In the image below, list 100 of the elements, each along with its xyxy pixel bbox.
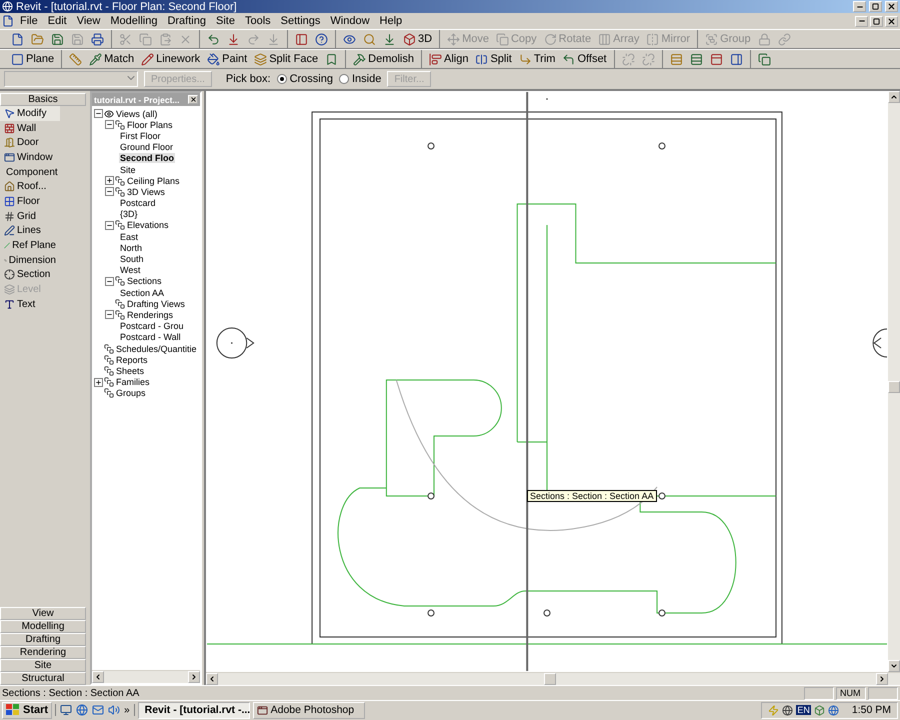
- radio-label[interactable]: Inside: [352, 73, 382, 85]
- minimize-button[interactable]: [855, 16, 868, 26]
- horizontal-scrollbar[interactable]: [206, 672, 900, 685]
- design-bar-item[interactable]: Modify: [0, 106, 60, 121]
- browser-item[interactable]: West: [119, 265, 142, 276]
- desktop-icon[interactable]: [60, 704, 72, 716]
- browser-item[interactable]: Postcard - Grou: [119, 321, 185, 332]
- cube-icon[interactable]: [814, 704, 825, 716]
- design-bar-item[interactable]: Ref Plane: [0, 238, 60, 253]
- expand-toggle[interactable]: [105, 187, 114, 196]
- minimize-button[interactable]: [853, 1, 866, 12]
- scroll-up-button[interactable]: [888, 91, 900, 103]
- vertical-scrollbar[interactable]: [888, 91, 900, 672]
- toolbar-button[interactable]: Plane: [8, 50, 58, 68]
- expand-toggle[interactable]: [94, 109, 103, 118]
- horizontal-scrollbar[interactable]: [92, 670, 200, 683]
- browser-item[interactable]: Second Floo: [119, 153, 175, 164]
- globe-icon[interactable]: [76, 704, 88, 716]
- scroll-right-button[interactable]: [188, 671, 200, 683]
- design-bar-item[interactable]: Component: [0, 164, 60, 180]
- browser-item[interactable]: North: [119, 242, 144, 253]
- design-bar-item[interactable]: Wall: [0, 120, 60, 136]
- scroll-left-button[interactable]: [92, 671, 104, 683]
- design-bar-tab[interactable]: Rendering: [0, 646, 86, 659]
- expand-toggle[interactable]: [105, 176, 114, 186]
- browser-item[interactable]: Reports: [115, 354, 149, 365]
- browser-item[interactable]: Sheets: [115, 366, 146, 376]
- browser-item[interactable]: 3D Views: [126, 186, 166, 197]
- radio-button[interactable]: [276, 74, 287, 84]
- close-button[interactable]: [885, 16, 898, 26]
- design-bar-tab[interactable]: View: [0, 607, 86, 620]
- menu-item[interactable]: Edit: [44, 15, 71, 27]
- menu-item[interactable]: Drafting: [163, 15, 210, 27]
- design-bar-item[interactable]: Dimension: [0, 252, 60, 268]
- expand-toggle[interactable]: [105, 310, 114, 320]
- browser-item[interactable]: Groups: [115, 388, 147, 398]
- menu-item[interactable]: View: [72, 15, 104, 27]
- close-button[interactable]: [885, 1, 898, 12]
- taskbar-button[interactable]: Adobe Photoshop: [252, 702, 365, 718]
- scroll-thumb[interactable]: [888, 381, 900, 393]
- browser-item[interactable]: Renderings: [126, 310, 174, 320]
- browser-item[interactable]: Ground Floor: [119, 142, 174, 152]
- menu-item[interactable]: Site: [212, 15, 239, 27]
- browser-item[interactable]: East: [119, 232, 140, 242]
- expand-toggle[interactable]: [94, 378, 103, 387]
- menu-item[interactable]: Settings: [276, 15, 324, 27]
- toolbar-button[interactable]: Trim: [516, 50, 558, 68]
- speaker-icon[interactable]: [108, 704, 120, 716]
- menu-item[interactable]: File: [16, 15, 42, 27]
- design-bar-item[interactable]: Grid: [0, 208, 60, 224]
- toolbar-button[interactable]: Offset: [559, 50, 610, 68]
- start-button[interactable]: Start: [2, 702, 52, 718]
- globe-icon[interactable]: [828, 704, 839, 716]
- design-bar-tab[interactable]: Basics: [0, 93, 86, 106]
- browser-item[interactable]: Drafting Views: [126, 298, 186, 309]
- design-bar-item[interactable]: Section: [0, 268, 60, 282]
- menu-item[interactable]: Modelling: [106, 15, 162, 27]
- browser-item[interactable]: Schedules/Quantitie: [115, 344, 198, 354]
- expand-toggle[interactable]: [105, 220, 114, 230]
- toolbar-button[interactable]: Split Face: [251, 50, 322, 68]
- design-bar-item[interactable]: Floor: [0, 194, 60, 209]
- browser-item[interactable]: Postcard - Wall: [119, 332, 182, 342]
- browser-item[interactable]: Elevations: [126, 220, 170, 230]
- toolbar-button[interactable]: Align: [426, 50, 472, 68]
- design-bar-item[interactable]: Lines: [0, 224, 60, 238]
- scroll-down-button[interactable]: [888, 660, 900, 672]
- taskbar-button[interactable]: Revit - [tutorial.rvt -...: [138, 702, 250, 718]
- toolbar-button[interactable]: 3D: [400, 30, 436, 48]
- design-bar-tab[interactable]: Structural: [0, 672, 86, 685]
- browser-item[interactable]: First Floor: [119, 130, 162, 141]
- browser-item[interactable]: Site: [119, 164, 137, 175]
- restore-button[interactable]: [870, 16, 883, 26]
- close-button[interactable]: [188, 95, 198, 104]
- design-bar-item[interactable]: Text: [0, 296, 60, 312]
- scroll-left-button[interactable]: [206, 673, 218, 685]
- browser-item[interactable]: Views (all): [115, 108, 158, 119]
- browser-item[interactable]: Floor Plans: [126, 120, 174, 130]
- design-bar-tab[interactable]: Modelling: [0, 620, 86, 633]
- browser-item[interactable]: {3D}: [119, 209, 139, 220]
- browser-item[interactable]: Postcard: [119, 198, 157, 208]
- design-bar-item[interactable]: Roof...: [0, 179, 60, 194]
- radio-button[interactable]: [338, 74, 349, 84]
- scroll-right-button[interactable]: [876, 673, 888, 685]
- design-bar-item[interactable]: Window: [0, 150, 60, 165]
- toolbar-button[interactable]: Linework: [138, 50, 204, 68]
- language-indicator[interactable]: EN: [796, 705, 811, 715]
- browser-item[interactable]: Section AA: [119, 288, 166, 298]
- browser-item[interactable]: Ceiling Plans: [126, 176, 181, 186]
- toolbar-button[interactable]: Split: [472, 50, 515, 68]
- expand-toggle[interactable]: [105, 120, 114, 130]
- mail-icon[interactable]: [92, 704, 104, 716]
- menu-item[interactable]: Window: [326, 15, 374, 27]
- browser-item[interactable]: Families: [115, 377, 151, 388]
- toolbar-button[interactable]: Paint: [204, 50, 250, 68]
- menu-item[interactable]: Tools: [240, 15, 275, 27]
- more-button[interactable]: »: [124, 704, 130, 716]
- design-bar-tab[interactable]: Site: [0, 659, 86, 672]
- design-bar-tab[interactable]: Drafting: [0, 633, 86, 646]
- restore-button[interactable]: [869, 1, 882, 12]
- browser-item[interactable]: South: [119, 254, 145, 264]
